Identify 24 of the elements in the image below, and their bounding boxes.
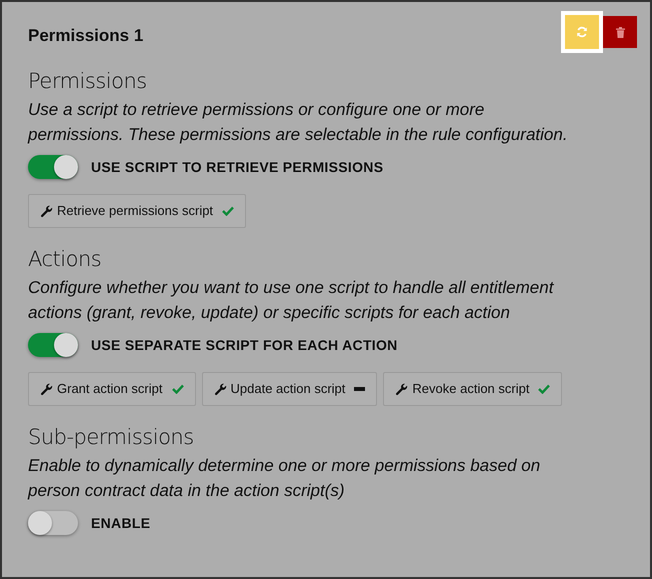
- section-description: Enable to dynamically determine one or more permissions based on person contract data in the action script(s): [28, 455, 542, 502]
- section-heading: Sub-permissions: [28, 424, 195, 450]
- script-button[interactable]: Retrieve permissions script: [28, 194, 246, 228]
- toggle-switch[interactable]: [28, 333, 78, 357]
- toggle-label: ENABLE: [91, 514, 150, 532]
- refresh-icon: [576, 26, 588, 38]
- delete-button[interactable]: [603, 16, 637, 48]
- wrench-icon: [395, 382, 408, 396]
- section-description: Use a script to retrieve permissions or configure one or more permissions. These permissions are selectable in the rule configuration.: [28, 99, 569, 146]
- card-title: Permissions 1: [28, 25, 144, 47]
- section-heading: Actions: [28, 246, 102, 272]
- wrench-icon: [40, 204, 53, 218]
- script-button[interactable]: Grant action script: [28, 372, 196, 406]
- wrench-icon: [40, 382, 53, 396]
- trash-icon: [616, 26, 624, 38]
- toggle-label: USE SEPARATE SCRIPT FOR EACH ACTION: [91, 336, 398, 354]
- toggle-label: USE SCRIPT TO RETRIEVE PERMISSIONS: [91, 158, 384, 176]
- toggle-switch[interactable]: [28, 155, 78, 179]
- section-description: Configure whether you want to use one script to handle all entitlement actions (grant, revoke, update) or specific scripts for each action: [28, 277, 555, 324]
- script-button[interactable]: Revoke action script: [383, 372, 562, 406]
- section-heading: Permissions: [28, 68, 148, 94]
- script-button[interactable]: Update action script: [202, 372, 378, 406]
- wrench-icon: [214, 382, 226, 396]
- toggle-switch[interactable]: [28, 511, 78, 535]
